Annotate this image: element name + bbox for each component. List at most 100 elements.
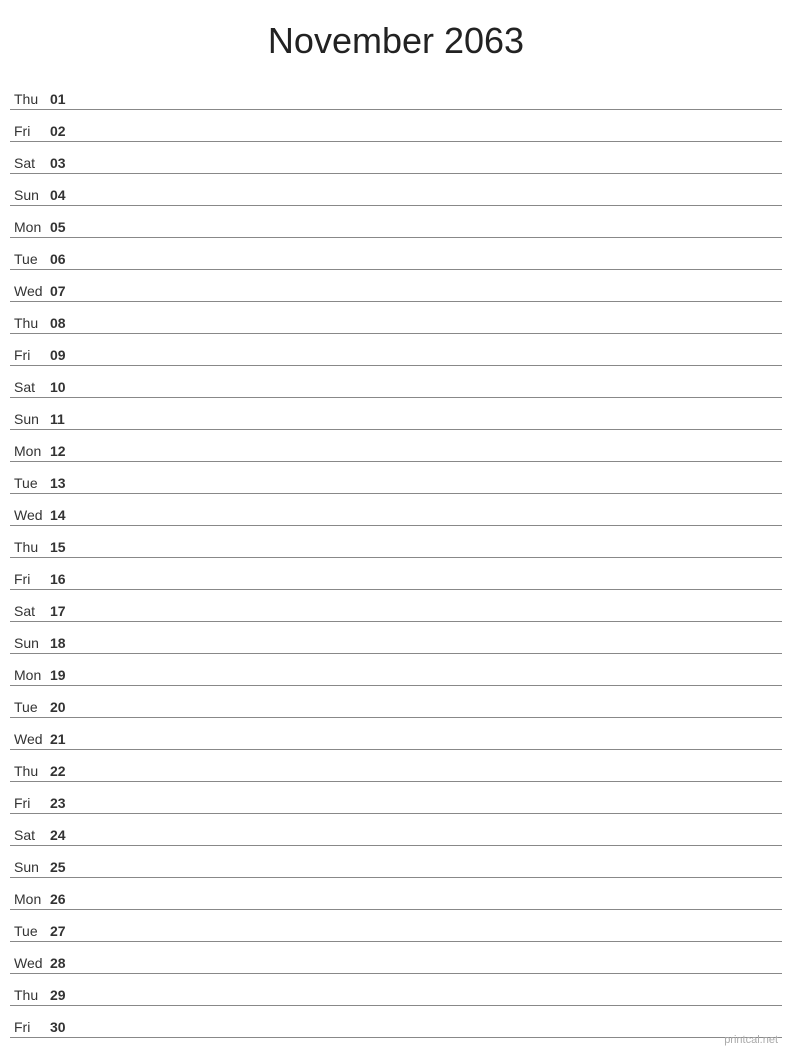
- day-row: Wed14: [10, 494, 782, 526]
- day-row: Wed28: [10, 942, 782, 974]
- day-number: 25: [50, 859, 80, 875]
- day-line: [80, 234, 782, 235]
- day-number: 24: [50, 827, 80, 843]
- day-name: Wed: [10, 283, 50, 299]
- day-row: Thu15: [10, 526, 782, 558]
- day-name: Sat: [10, 827, 50, 843]
- day-name: Mon: [10, 667, 50, 683]
- day-name: Thu: [10, 91, 50, 107]
- day-row: Fri30: [10, 1006, 782, 1038]
- day-line: [80, 810, 782, 811]
- day-row: Thu22: [10, 750, 782, 782]
- day-number: 04: [50, 187, 80, 203]
- day-line: [80, 458, 782, 459]
- calendar-container: Thu01Fri02Sat03Sun04Mon05Tue06Wed07Thu08…: [0, 78, 792, 1038]
- day-line: [80, 778, 782, 779]
- day-name: Thu: [10, 987, 50, 1003]
- day-number: 16: [50, 571, 80, 587]
- day-line: [80, 170, 782, 171]
- day-number: 03: [50, 155, 80, 171]
- watermark: printcal.net: [724, 1034, 778, 1046]
- day-name: Sun: [10, 859, 50, 875]
- day-line: [80, 266, 782, 267]
- day-row: Fri23: [10, 782, 782, 814]
- day-line: [80, 202, 782, 203]
- day-line: [80, 1034, 782, 1035]
- day-name: Fri: [10, 123, 50, 139]
- day-number: 30: [50, 1019, 80, 1035]
- day-name: Sat: [10, 155, 50, 171]
- day-name: Sat: [10, 603, 50, 619]
- day-line: [80, 906, 782, 907]
- day-name: Wed: [10, 955, 50, 971]
- day-number: 08: [50, 315, 80, 331]
- day-number: 27: [50, 923, 80, 939]
- day-number: 10: [50, 379, 80, 395]
- day-name: Mon: [10, 219, 50, 235]
- day-row: Mon26: [10, 878, 782, 910]
- day-line: [80, 1002, 782, 1003]
- day-row: Thu29: [10, 974, 782, 1006]
- day-row: Tue06: [10, 238, 782, 270]
- day-number: 02: [50, 123, 80, 139]
- day-number: 18: [50, 635, 80, 651]
- day-number: 11: [50, 411, 80, 427]
- day-line: [80, 970, 782, 971]
- day-row: Sun04: [10, 174, 782, 206]
- day-number: 17: [50, 603, 80, 619]
- day-line: [80, 746, 782, 747]
- day-row: Mon19: [10, 654, 782, 686]
- day-name: Fri: [10, 571, 50, 587]
- day-row: Mon12: [10, 430, 782, 462]
- day-name: Wed: [10, 507, 50, 523]
- day-line: [80, 426, 782, 427]
- day-name: Tue: [10, 251, 50, 267]
- day-row: Tue27: [10, 910, 782, 942]
- day-line: [80, 554, 782, 555]
- day-line: [80, 938, 782, 939]
- day-number: 06: [50, 251, 80, 267]
- day-line: [80, 394, 782, 395]
- day-number: 29: [50, 987, 80, 1003]
- day-row: Sat03: [10, 142, 782, 174]
- day-name: Tue: [10, 923, 50, 939]
- day-row: Wed07: [10, 270, 782, 302]
- day-name: Mon: [10, 891, 50, 907]
- day-number: 09: [50, 347, 80, 363]
- day-number: 15: [50, 539, 80, 555]
- day-number: 23: [50, 795, 80, 811]
- day-number: 12: [50, 443, 80, 459]
- day-line: [80, 714, 782, 715]
- day-line: [80, 586, 782, 587]
- day-number: 26: [50, 891, 80, 907]
- day-line: [80, 490, 782, 491]
- day-number: 07: [50, 283, 80, 299]
- day-number: 05: [50, 219, 80, 235]
- day-line: [80, 298, 782, 299]
- day-name: Mon: [10, 443, 50, 459]
- day-number: 20: [50, 699, 80, 715]
- day-name: Wed: [10, 731, 50, 747]
- day-row: Sat24: [10, 814, 782, 846]
- day-row: Thu08: [10, 302, 782, 334]
- day-number: 19: [50, 667, 80, 683]
- day-name: Sun: [10, 411, 50, 427]
- day-row: Sun25: [10, 846, 782, 878]
- day-name: Sat: [10, 379, 50, 395]
- day-row: Fri16: [10, 558, 782, 590]
- day-line: [80, 874, 782, 875]
- day-number: 22: [50, 763, 80, 779]
- day-row: Fri09: [10, 334, 782, 366]
- day-name: Fri: [10, 1019, 50, 1035]
- day-row: Wed21: [10, 718, 782, 750]
- day-line: [80, 842, 782, 843]
- day-line: [80, 682, 782, 683]
- day-line: [80, 522, 782, 523]
- day-line: [80, 618, 782, 619]
- day-number: 13: [50, 475, 80, 491]
- day-line: [80, 362, 782, 363]
- day-name: Sun: [10, 635, 50, 651]
- day-name: Tue: [10, 475, 50, 491]
- day-number: 28: [50, 955, 80, 971]
- day-line: [80, 330, 782, 331]
